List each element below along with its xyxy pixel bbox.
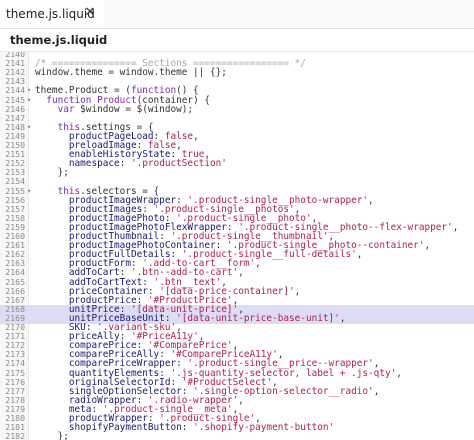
line-number: 2182 bbox=[5, 431, 25, 440]
code-editor-window: theme.js.liquid ✕ theme.js.liquid 2140 21… bbox=[0, 0, 474, 440]
close-icon[interactable]: ✕ bbox=[82, 4, 98, 20]
file-path-header: theme.js.liquid bbox=[0, 29, 474, 51]
code-area[interactable]: 2140 2141/* =============== Sections ====… bbox=[0, 51, 474, 440]
code-token: }; bbox=[35, 431, 69, 440]
tab-bar: theme.js.liquid ✕ bbox=[0, 0, 474, 29]
code-text: }; bbox=[35, 432, 69, 440]
tab-theme-js-liquid[interactable]: theme.js.liquid ✕ bbox=[0, 0, 104, 28]
file-name: theme.js.liquid bbox=[10, 33, 108, 47]
code-line[interactable]: 2182 }; bbox=[0, 431, 474, 440]
